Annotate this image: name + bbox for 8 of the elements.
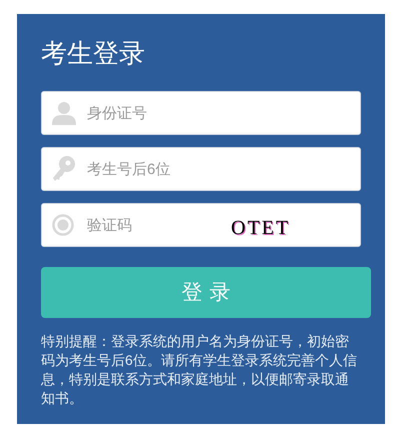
key-icon	[52, 156, 76, 182]
login-title: 考生登录	[41, 38, 146, 71]
input-field[interactable]: 考生号后6位	[41, 147, 361, 191]
radio-icon	[52, 214, 74, 236]
notice-text: 特别提醒：登录系统的用户名为身份证号，初始密码为考生号后6位。请所有学生登录系统完善个人信息，特别是联系方式和家庭地址，以便邮寄录取通知书。	[41, 332, 358, 408]
input-field[interactable]: 身份证号	[41, 91, 361, 135]
captcha-image[interactable]: OTET	[231, 213, 290, 243]
person-icon	[52, 101, 76, 125]
